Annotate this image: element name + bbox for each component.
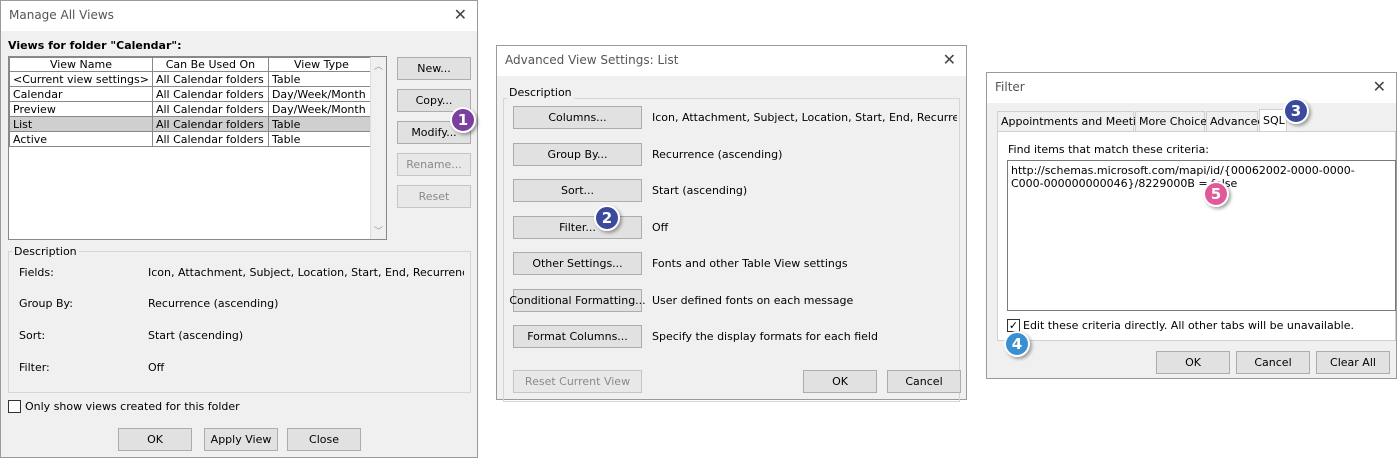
conditional-formatting-value: User defined fonts on each message bbox=[652, 293, 854, 307]
view-name-cell: List bbox=[9, 116, 153, 132]
callout-badge-2: 2 bbox=[594, 205, 620, 231]
filter-button[interactable]: Filter... bbox=[513, 215, 642, 239]
reset-view-button[interactable]: Reset bbox=[397, 185, 471, 208]
views-table: View Name Can Be Used On View Type <Curr… bbox=[9, 57, 375, 147]
sort-button[interactable]: Sort... bbox=[513, 179, 642, 202]
view-name-cell: <Current view settings> bbox=[9, 71, 153, 87]
scroll-up-icon[interactable]: ︿ bbox=[374, 59, 383, 72]
table-row[interactable]: List All Calendar folders Table bbox=[9, 116, 375, 132]
sort-value: Start (ascending) bbox=[652, 184, 748, 197]
view-type-cell: Day/Week/Month bbox=[267, 101, 375, 117]
can-be-used-on-cell: All Calendar folders bbox=[151, 71, 269, 87]
cancel-button[interactable]: Cancel bbox=[1236, 351, 1310, 374]
clear-all-button[interactable]: Clear All bbox=[1316, 351, 1390, 374]
view-type-cell: Day/Week/Month bbox=[267, 86, 375, 102]
table-row[interactable]: <Current view settings> All Calendar fold… bbox=[9, 71, 375, 87]
views-for-folder-label: Views for folder "Calendar": bbox=[8, 39, 182, 52]
view-type-cell: Table bbox=[267, 116, 375, 132]
fields-label: Fields: bbox=[19, 266, 54, 279]
group-by-button[interactable]: Group By... bbox=[513, 142, 642, 166]
view-name-cell: Calendar bbox=[9, 86, 153, 102]
column-header-view-type[interactable]: View Type bbox=[267, 57, 375, 72]
groupby-value: Recurrence (ascending) bbox=[148, 297, 279, 310]
manage-title: Manage All Views bbox=[9, 8, 114, 22]
callout-badge-4: 4 bbox=[1004, 331, 1030, 357]
sql-line-1: http://schemas.microsoft.com/mapi/id/{00… bbox=[1011, 164, 1355, 177]
fields-value: Icon, Attachment, Subject, Location, Sta… bbox=[148, 266, 464, 279]
can-be-used-on-cell: All Calendar folders bbox=[151, 116, 269, 132]
find-items-label: Find items that match these criteria: bbox=[1008, 143, 1210, 156]
ok-button[interactable]: OK bbox=[803, 370, 877, 393]
filter-title: Filter bbox=[995, 80, 1025, 94]
close-icon[interactable]: ✕ bbox=[1373, 77, 1386, 97]
groupby-label: Group By: bbox=[19, 297, 73, 310]
sql-criteria-textarea[interactable]: http://schemas.microsoft.com/mapi/id/{00… bbox=[1007, 160, 1396, 311]
views-scrollbar[interactable]: ︿ ﹀ bbox=[370, 57, 386, 239]
tab-more-choices[interactable]: More Choices bbox=[1135, 111, 1213, 131]
other-settings-button[interactable]: Other Settings... bbox=[513, 252, 642, 275]
cancel-button[interactable]: Cancel bbox=[887, 370, 961, 393]
advanced-title: Advanced View Settings: List bbox=[505, 53, 679, 67]
columns-value: Icon, Attachment, Subject, Location, Sta… bbox=[652, 111, 957, 124]
only-show-label: Only show views created for this folder bbox=[25, 400, 240, 413]
advanced-description-label: Description bbox=[507, 86, 574, 99]
reset-current-view-button[interactable]: Reset Current View bbox=[513, 370, 642, 393]
format-columns-value: Specify the display formats for each fie… bbox=[652, 330, 878, 343]
filter-value: Off bbox=[148, 361, 165, 374]
view-type-cell: Table bbox=[267, 71, 375, 87]
tab-appointments-and-meetings[interactable]: Appointments and Meetings bbox=[997, 111, 1156, 131]
edit-criteria-label: Edit these criteria directly. All other … bbox=[1023, 319, 1355, 332]
table-row[interactable]: Preview All Calendar folders Day/Week/Mont… bbox=[9, 101, 375, 117]
ok-button[interactable]: OK bbox=[1156, 351, 1230, 374]
close-icon[interactable]: ✕ bbox=[943, 50, 956, 70]
can-be-used-on-cell: All Calendar folders bbox=[151, 86, 269, 102]
close-icon[interactable]: ✕ bbox=[454, 5, 467, 25]
filter-titlebar: Filter ✕ bbox=[987, 73, 1396, 103]
description-label: Description bbox=[12, 245, 79, 258]
columns-button[interactable]: Columns... bbox=[513, 106, 642, 129]
sort-value: Start (ascending) bbox=[148, 329, 244, 342]
callout-badge-1: 1 bbox=[450, 107, 476, 133]
only-show-checkbox[interactable] bbox=[8, 400, 21, 413]
advanced-view-settings-dialog: Advanced View Settings: List ✕ Descripti… bbox=[496, 45, 967, 402]
table-row[interactable]: Calendar All Calendar folders Day/Week/Mon… bbox=[9, 86, 375, 102]
column-header-view-name[interactable]: View Name bbox=[9, 57, 153, 72]
manage-titlebar: Manage All Views ✕ bbox=[1, 1, 477, 31]
format-columns-button[interactable]: Format Columns... bbox=[513, 325, 642, 348]
sort-label: Sort: bbox=[19, 329, 46, 342]
view-name-cell: Active bbox=[9, 131, 153, 147]
callout-badge-3: 3 bbox=[1283, 98, 1309, 124]
conditional-formatting-button[interactable]: Conditional Formatting... bbox=[509, 288, 646, 312]
view-type-cell: Table bbox=[267, 131, 375, 147]
close-button[interactable]: Close bbox=[287, 428, 361, 451]
scroll-down-icon[interactable]: ﹀ bbox=[374, 224, 383, 237]
ok-button[interactable]: OK bbox=[118, 428, 192, 451]
new-view-button[interactable]: New... bbox=[397, 57, 471, 80]
callout-badge-5: 5 bbox=[1203, 181, 1229, 207]
apply-view-button[interactable]: Apply View bbox=[204, 428, 278, 451]
can-be-used-on-cell: All Calendar folders bbox=[151, 131, 269, 147]
other-settings-value: Fonts and other Table View settings bbox=[652, 257, 848, 270]
table-row[interactable]: Active All Calendar folders Table bbox=[9, 131, 375, 147]
views-list[interactable]: View Name Can Be Used On View Type <Curr… bbox=[8, 56, 387, 240]
column-header-can-be-used-on[interactable]: Can Be Used On bbox=[151, 57, 269, 72]
filter-value: Off bbox=[652, 220, 669, 234]
manage-all-views-dialog: Manage All Views ✕ Views for folder "Cal… bbox=[0, 0, 478, 458]
sql-line-2: C000-000000000046}/8229000B = false bbox=[1011, 177, 1238, 190]
group-by-value: Recurrence (ascending) bbox=[652, 147, 783, 161]
view-name-cell: Preview bbox=[9, 101, 153, 117]
can-be-used-on-cell: All Calendar folders bbox=[151, 101, 269, 117]
filter-label: Filter: bbox=[19, 361, 50, 374]
filter-dialog: Filter ✕ Appointments and Meetings More … bbox=[986, 72, 1397, 379]
tab-advanced[interactable]: Advanced bbox=[1206, 111, 1264, 131]
rename-view-button[interactable]: Rename... bbox=[397, 153, 471, 176]
advanced-titlebar: Advanced View Settings: List ✕ bbox=[497, 46, 966, 76]
